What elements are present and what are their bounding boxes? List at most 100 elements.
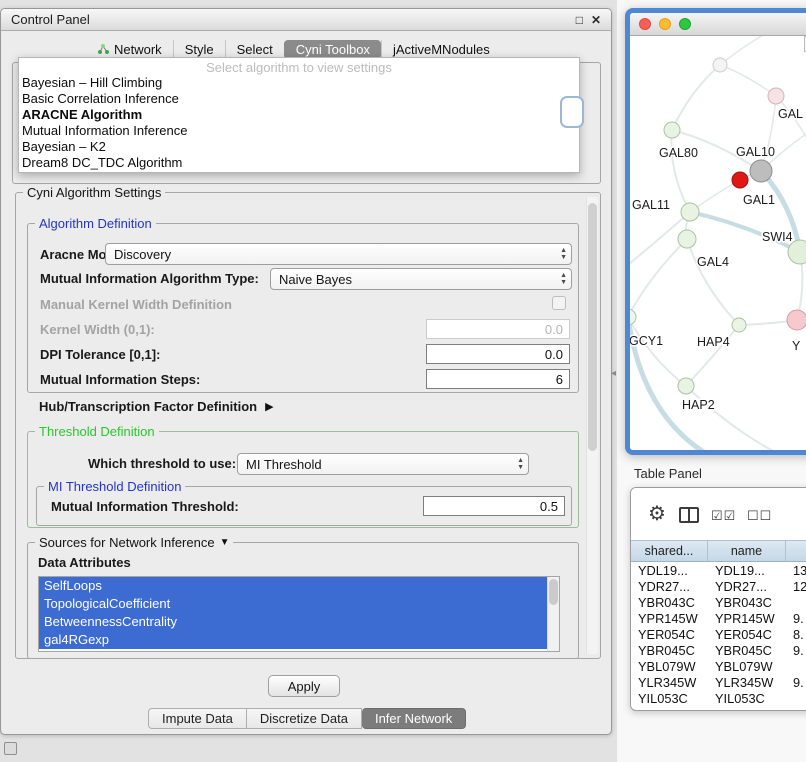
tab-impute-data[interactable]: Impute Data [148, 708, 247, 729]
manual-kernel-checkbox[interactable] [552, 296, 566, 310]
tab-jactivemnodules[interactable]: jActiveMNodules [381, 40, 501, 59]
columns-icon[interactable] [679, 507, 699, 523]
network-window-titlebar[interactable] [630, 13, 806, 36]
network-node[interactable] [750, 160, 772, 182]
algorithm-option[interactable]: Basic Correlation Inference [19, 91, 579, 107]
table-row[interactable]: YBR045CYBR045C9. [631, 642, 806, 658]
algorithm-option[interactable]: ARACNE Algorithm [19, 107, 579, 123]
algorithm-option[interactable]: Mutual Information Inference [19, 123, 579, 139]
table-cell: YBR045C [708, 642, 786, 658]
gear-icon[interactable]: ⚙ [648, 504, 666, 524]
table-row[interactable]: YIL053CYIL053C [631, 690, 806, 706]
mi-type-select[interactable]: Naive Bayes ▲▼ [270, 268, 572, 290]
network-graph: GALGAL80GAL10GAL11GAL1SWI4GAL4GCY1HAP4YH… [630, 36, 806, 450]
column-header-name[interactable]: name [708, 541, 786, 561]
network-edge[interactable] [720, 36, 772, 65]
close-traffic-light-icon[interactable] [639, 18, 651, 30]
deselect-all-icon[interactable]: ☐☐ [747, 508, 772, 524]
data-attributes-label: Data Attributes [38, 555, 131, 570]
select-all-icon[interactable]: ☑☑ [711, 508, 736, 524]
column-header-clipped[interactable] [786, 541, 806, 561]
network-node[interactable] [787, 310, 806, 330]
mi-threshold-group: MI Threshold Definition Mutual Informati… [36, 486, 572, 526]
table-row[interactable]: YER054CYER054C8. [631, 626, 806, 642]
network-edge[interactable] [630, 239, 687, 317]
attribute-item-selected[interactable]: gal4RGexp [39, 631, 547, 649]
network-edge[interactable] [686, 386, 775, 450]
tab-network[interactable]: Network [86, 40, 173, 59]
network-edge[interactable] [687, 239, 739, 325]
algorithm-dropdown-popup: Select algorithm to view settings Bayesi… [18, 57, 580, 173]
collapse-down-icon: ▼ [220, 537, 230, 548]
network-node[interactable] [713, 58, 727, 72]
table-row[interactable]: YDR27...YDR27...12 [631, 578, 806, 594]
table-header-row: shared... name [631, 540, 806, 562]
network-node[interactable] [732, 318, 746, 332]
tab-label: Network [114, 42, 162, 57]
tab-label: Impute Data [162, 711, 233, 726]
attributes-scrollbar[interactable] [547, 577, 559, 651]
network-view-window: GALGAL80GAL10GAL11GAL1SWI4GAL4GCY1HAP4YH… [625, 8, 806, 455]
network-edge[interactable] [672, 65, 720, 130]
network-canvas[interactable]: GALGAL80GAL10GAL11GAL1SWI4GAL4GCY1HAP4YH… [630, 36, 806, 450]
combo-value: MI Threshold [246, 457, 322, 472]
data-attributes-list[interactable]: SelfLoopsTopologicalCoefficientBetweenne… [38, 576, 560, 652]
zoom-traffic-light-icon[interactable] [679, 18, 691, 30]
tab-infer-network[interactable]: Infer Network [362, 708, 466, 729]
scrollbar-thumb[interactable] [549, 579, 558, 605]
which-threshold-select[interactable]: MI Threshold ▲▼ [237, 453, 529, 475]
tab-discretize-data[interactable]: Discretize Data [247, 708, 362, 729]
which-threshold-label: Which threshold to use: [88, 456, 236, 471]
attribute-item-selected[interactable]: TopologicalCoefficient [39, 595, 547, 613]
combo-value: Naive Bayes [279, 272, 352, 287]
network-node[interactable] [678, 378, 694, 394]
attribute-item-selected[interactable]: BetweennessCentrality [39, 613, 547, 631]
desktop: Control Panel □ ✕ Network Style Select C… [0, 0, 806, 762]
control-panel-titlebar[interactable]: Control Panel □ ✕ [1, 9, 611, 31]
algorithm-option[interactable]: Bayesian – Hill Climbing [19, 75, 579, 91]
table-cell: YDL19... [631, 562, 708, 578]
network-node[interactable] [630, 309, 636, 325]
bottom-left-icon[interactable] [4, 742, 17, 755]
scrollbar-thumb[interactable] [588, 203, 597, 451]
mi-threshold-field[interactable]: 0.5 [423, 496, 565, 516]
aracne-mode-select[interactable]: Discovery ▲▼ [105, 243, 572, 265]
sources-group-title[interactable]: Sources for Network Inference ▼ [35, 535, 233, 550]
table-row[interactable]: YLR345WYLR345W9. [631, 674, 806, 690]
algorithm-option[interactable]: Dream8 DC_TDC Algorithm [19, 155, 579, 171]
dpi-tolerance-field[interactable]: 0.0 [426, 344, 570, 364]
network-edge[interactable] [630, 317, 686, 386]
network-node[interactable] [681, 203, 699, 221]
algorithm-option[interactable]: Bayesian – K2 [19, 139, 579, 155]
tab-cyni-toolbox[interactable]: Cyni Toolbox [284, 40, 381, 59]
column-header-shared-name[interactable]: shared... [631, 541, 708, 561]
node-label: GAL4 [697, 255, 729, 269]
settings-scrollbar[interactable] [586, 197, 598, 654]
network-node[interactable] [664, 122, 680, 138]
hub-section-toggle[interactable]: Hub/Transcription Factor Definition ▶ [39, 399, 274, 414]
tab-select[interactable]: Select [225, 40, 284, 59]
network-edge[interactable] [776, 96, 806, 156]
table-row[interactable]: YDL19...YDL19...13 [631, 562, 806, 578]
float-window-icon[interactable]: □ [576, 13, 583, 27]
table-row[interactable]: YBR043CYBR043C [631, 594, 806, 610]
network-node[interactable] [768, 88, 784, 104]
control-panel-window: Control Panel □ ✕ Network Style Select C… [0, 8, 612, 735]
table-row[interactable]: YBL079WYBL079W [631, 658, 806, 674]
splitter-collapse-arrow[interactable]: ◂ [611, 368, 616, 379]
hub-section-label: Hub/Transcription Factor Definition [39, 399, 257, 414]
minimize-traffic-light-icon[interactable] [659, 18, 671, 30]
apply-button[interactable]: Apply [268, 675, 340, 697]
network-edge[interactable] [720, 65, 776, 96]
attribute-item-selected[interactable]: SelfLoops [39, 577, 547, 595]
table-cell [786, 690, 806, 706]
field-value: 0.0 [545, 322, 563, 337]
network-edge[interactable] [671, 130, 690, 212]
close-icon[interactable]: ✕ [591, 13, 601, 27]
network-node[interactable] [732, 172, 748, 188]
table-row[interactable]: YPR145WYPR145W9. [631, 610, 806, 626]
table-cell: YDR27... [708, 578, 786, 594]
tab-style[interactable]: Style [173, 40, 225, 59]
mi-steps-field[interactable]: 6 [426, 369, 570, 389]
network-node[interactable] [678, 230, 696, 248]
